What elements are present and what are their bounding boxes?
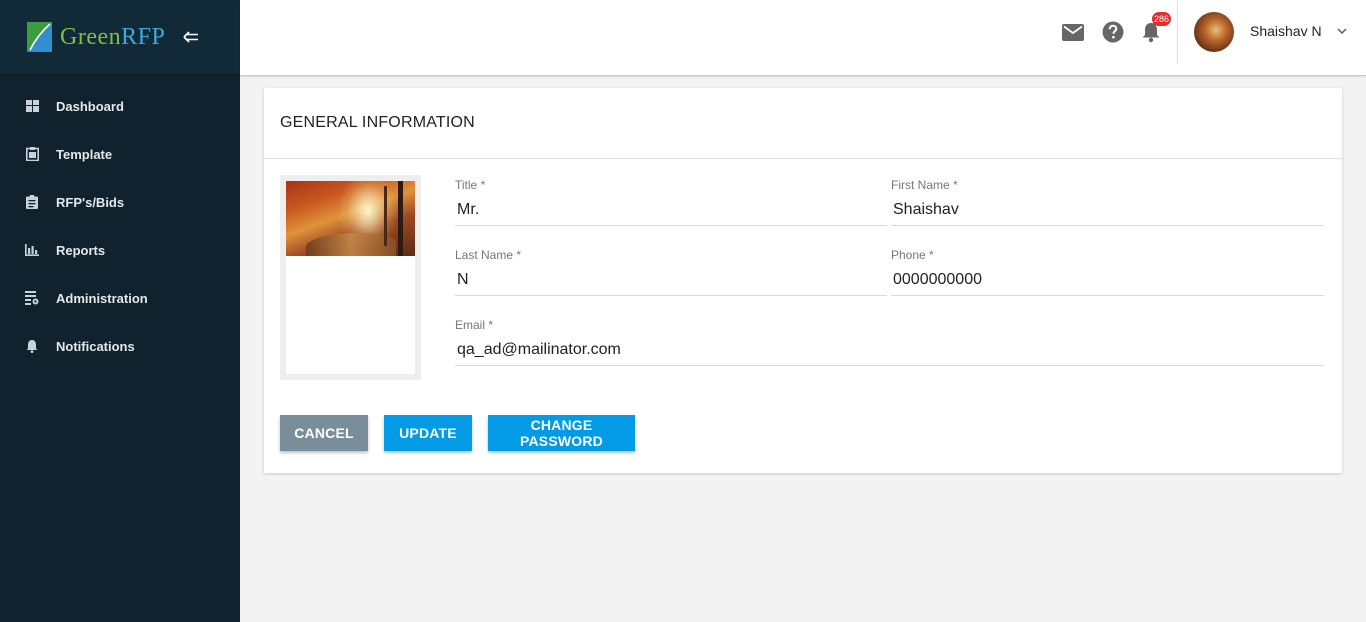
greenrfp-logo-icon [27,22,52,52]
clipboard-icon [25,147,39,161]
sidebar-nav: Dashboard Template RFP's/Bids Reports Ad… [0,82,240,370]
dashboard-icon [25,99,39,113]
first-name-field: First Name * [891,178,1324,226]
photo-tree [398,181,403,256]
sidebar-item-label: Template [56,146,113,162]
required-marker: * [480,178,486,192]
phone-label: Phone * [891,248,1324,263]
last-name-field: Last Name * [455,248,887,296]
profile-photo-container [286,181,415,374]
photo-tree [384,186,387,246]
brand-name: GreenRFP [60,25,165,49]
title-label: Title * [455,178,887,193]
last-name-label-text: Last Name [455,248,514,262]
sidebar-item-notifications[interactable]: Notifications [0,322,240,370]
general-information-card: GENERAL INFORMATION Title * First Name *… [264,88,1342,473]
title-label-text: Title [455,178,478,192]
sidebar-item-rfps-bids[interactable]: RFP's/Bids [0,178,240,226]
required-marker: * [953,178,958,192]
mail-icon[interactable] [1061,20,1085,44]
user-avatar[interactable] [1194,12,1234,52]
brand-bar: GreenRFP [0,0,240,75]
assignment-icon [25,195,39,209]
card-title: GENERAL INFORMATION [280,114,475,131]
sidebar-item-label: Administration [56,290,148,306]
phone-field: Phone * [891,248,1324,296]
brand-name-blue: RFP [121,24,166,50]
sidebar-item-label: Dashboard [56,98,124,114]
phone-label-text: Phone [891,248,926,262]
profile-photo [286,181,415,256]
update-button[interactable]: UPDATE [384,415,472,451]
email-input[interactable] [455,333,1324,366]
required-marker: * [488,318,494,332]
last-name-label: Last Name * [455,248,887,263]
email-label-text: Email [455,318,486,332]
header-divider [1177,0,1178,64]
sidebar-item-administration[interactable]: Administration [0,274,240,322]
last-name-input[interactable] [455,263,887,296]
email-field: Email * [455,318,1324,366]
bell-icon [25,339,39,353]
sidebar-item-label: Notifications [56,338,135,354]
title-field: Title * [455,178,887,226]
sidebar-item-dashboard[interactable]: Dashboard [0,82,240,130]
help-icon[interactable] [1101,20,1125,44]
sidebar: GreenRFP Dashboard Template RFP's/Bids R… [0,0,240,622]
photo-path [306,233,396,256]
brand-name-green: Green [60,24,122,50]
sidebar-item-label: RFP's/Bids [56,194,125,210]
sidebar-item-reports[interactable]: Reports [0,226,240,274]
sidebar-item-label: Reports [56,242,106,258]
cancel-button[interactable]: CANCEL [280,415,368,451]
bar-chart-icon [25,243,39,257]
admin-icon [25,291,39,305]
chevron-down-icon[interactable] [1336,25,1348,37]
sidebar-item-template[interactable]: Template [0,130,240,178]
change-password-button[interactable]: CHANGE PASSWORD [488,415,635,451]
profile-photo-frame[interactable] [280,175,421,380]
top-header: 286 Shaishav N [240,0,1366,76]
collapse-sidebar-icon[interactable] [183,30,201,44]
user-name[interactable]: Shaishav N [1250,23,1322,39]
phone-input[interactable] [891,263,1324,296]
first-name-label: First Name * [891,178,1324,193]
title-input[interactable] [455,193,887,226]
required-marker: * [929,248,934,262]
first-name-label-text: First Name [891,178,950,192]
card-divider [264,158,1342,159]
first-name-input[interactable] [891,193,1324,226]
required-marker: * [516,248,522,262]
notification-count-badge: 286 [1152,12,1172,26]
email-label: Email * [455,318,1324,333]
